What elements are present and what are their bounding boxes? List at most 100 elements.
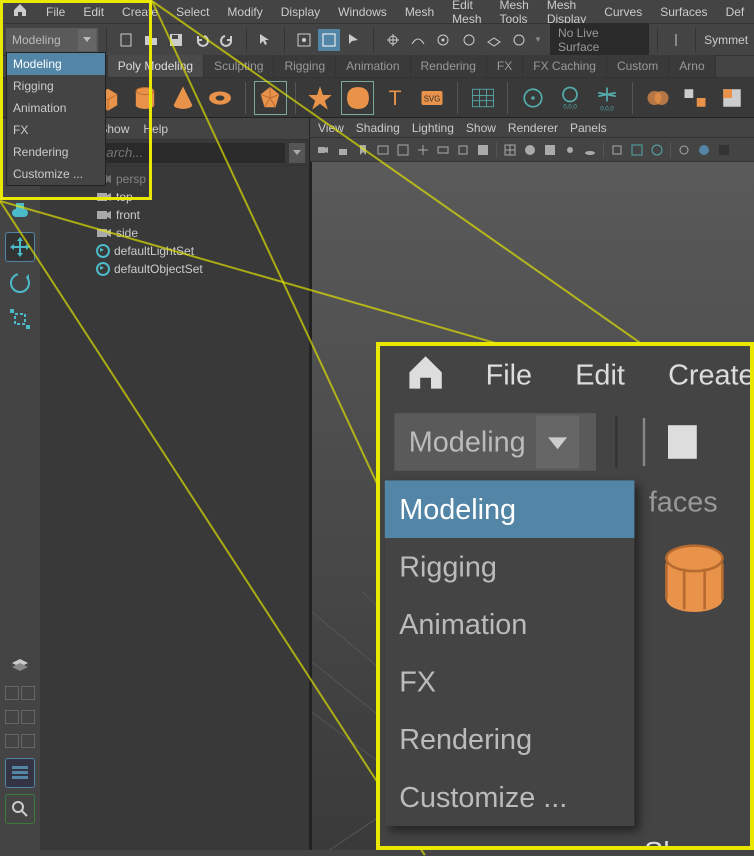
- open-icon[interactable]: [140, 29, 161, 51]
- vp-color-mgmt-icon[interactable]: [695, 141, 713, 159]
- menu-mesh-tools[interactable]: Mesh Tools: [492, 0, 537, 30]
- new-scene-icon[interactable]: [661, 420, 704, 463]
- snap-plane-icon[interactable]: [483, 29, 504, 51]
- vp-film-gate-icon[interactable]: [434, 141, 452, 159]
- shelf-tab-rendering[interactable]: Rendering: [411, 55, 487, 77]
- vp-expose-icon[interactable]: [675, 141, 693, 159]
- workspace-dropdown[interactable]: Modeling Modeling Rigging Animation FX R…: [6, 28, 98, 52]
- zoom-workspace-dropdown[interactable]: Modeling: [394, 413, 596, 471]
- zoom-show-label[interactable]: Show: [380, 826, 754, 850]
- workspace-option-animation[interactable]: Animation: [7, 97, 105, 119]
- outliner-item-persp[interactable]: persp: [96, 170, 309, 188]
- live-surface-field[interactable]: No Live Surface: [550, 23, 649, 57]
- viewport-menu-panels[interactable]: Panels: [570, 121, 607, 135]
- layer-editor-icon[interactable]: [5, 650, 35, 680]
- vp-select-cam-icon[interactable]: [314, 141, 332, 159]
- sel-mode-3-icon[interactable]: [344, 29, 365, 51]
- shelf-tab-custom[interactable]: Custom: [607, 55, 669, 77]
- poly-superellipse-icon[interactable]: [342, 82, 373, 114]
- sel-mode-1-icon[interactable]: [293, 29, 314, 51]
- pivot-icon[interactable]: [517, 82, 548, 114]
- shelf-tab-rigging[interactable]: Rigging: [274, 55, 336, 77]
- layout-four-icon[interactable]: [21, 686, 35, 700]
- layout-opt6-icon[interactable]: [21, 734, 35, 748]
- sel-mode-2-icon[interactable]: [318, 29, 339, 51]
- outliner-toggle-icon[interactable]: [5, 758, 35, 788]
- search-dropdown-icon[interactable]: [289, 143, 305, 163]
- vp-xray-joint-icon[interactable]: [648, 141, 666, 159]
- vp-lock-cam-icon[interactable]: [334, 141, 352, 159]
- menu-edit-mesh[interactable]: Edit Mesh: [444, 0, 489, 30]
- freeze-icon[interactable]: 0,0,0: [555, 82, 586, 114]
- menu-mesh[interactable]: Mesh: [397, 1, 442, 23]
- menu-windows[interactable]: Windows: [330, 1, 395, 23]
- rotate-tool-icon[interactable]: [5, 268, 35, 298]
- svg-icon[interactable]: SVG: [417, 82, 448, 114]
- separate-icon[interactable]: [679, 82, 710, 114]
- layout-opt4-icon[interactable]: [21, 710, 35, 724]
- zoom-option-rigging[interactable]: Rigging: [385, 538, 635, 596]
- search-tool-icon[interactable]: [5, 794, 35, 824]
- vp-res-gate-icon[interactable]: [454, 141, 472, 159]
- zoom-menu-edit[interactable]: Edit: [556, 348, 644, 401]
- vp-light-icon[interactable]: [561, 141, 579, 159]
- snap-view-icon[interactable]: [458, 29, 479, 51]
- vp-background-icon[interactable]: [715, 141, 733, 159]
- home-icon[interactable]: [4, 0, 36, 24]
- menu-modify[interactable]: Modify: [219, 1, 270, 23]
- vp-grid-icon[interactable]: [414, 141, 432, 159]
- menu-surfaces[interactable]: Surfaces: [652, 1, 715, 23]
- zoom-option-rendering[interactable]: Rendering: [385, 711, 635, 769]
- vp-image-plane-icon[interactable]: [374, 141, 392, 159]
- vp-gate-mask-icon[interactable]: [474, 141, 492, 159]
- snowflake-icon[interactable]: 0,0,0: [592, 82, 623, 114]
- shelf-tab-animation[interactable]: Animation: [336, 55, 410, 77]
- vp-textured-icon[interactable]: [541, 141, 559, 159]
- snap-grid-icon[interactable]: [382, 29, 403, 51]
- snap-point-icon[interactable]: [433, 29, 454, 51]
- zoom-option-animation[interactable]: Animation: [385, 596, 635, 654]
- viewport-menu-renderer[interactable]: Renderer: [508, 121, 558, 135]
- poly-cone-icon[interactable]: [167, 82, 198, 114]
- chevron-down-icon[interactable]: ▼: [534, 35, 542, 44]
- snap-live-icon[interactable]: [509, 29, 530, 51]
- layout-opt5-icon[interactable]: [5, 734, 19, 748]
- outliner-item-top[interactable]: top: [96, 188, 309, 206]
- poly-type-icon[interactable]: T: [379, 82, 410, 114]
- workspace-option-fx[interactable]: FX: [7, 119, 105, 141]
- workspace-option-customize[interactable]: Customize ...: [7, 163, 105, 185]
- vp-smooth-icon[interactable]: [521, 141, 539, 159]
- zoom-menu-create[interactable]: Create: [649, 348, 754, 401]
- menu-display[interactable]: Display: [273, 1, 328, 23]
- grid-icon[interactable]: [467, 82, 498, 114]
- poly-cylinder-icon[interactable]: [130, 82, 161, 114]
- vp-isolate-icon[interactable]: [608, 141, 626, 159]
- shelf-tab-fx-caching[interactable]: FX Caching: [523, 55, 607, 77]
- poly-star-icon[interactable]: [305, 82, 336, 114]
- zoom-option-modeling[interactable]: Modeling: [385, 480, 635, 538]
- construction-icon[interactable]: [666, 29, 687, 51]
- viewport-menu-show[interactable]: Show: [466, 121, 496, 135]
- poly-platonic-icon[interactable]: [255, 82, 286, 114]
- viewport-menu-shading[interactable]: Shading: [356, 121, 400, 135]
- layout-single-icon[interactable]: [5, 686, 19, 700]
- scale-tool-icon[interactable]: [5, 304, 35, 334]
- zoom-option-customize[interactable]: Customize ...: [385, 768, 635, 826]
- viewport-menu-lighting[interactable]: Lighting: [412, 121, 454, 135]
- vp-2d-icon[interactable]: [394, 141, 412, 159]
- menu-file[interactable]: File: [38, 1, 73, 23]
- snap-curve-icon[interactable]: [407, 29, 428, 51]
- select-icon[interactable]: [255, 29, 276, 51]
- menu-curves[interactable]: Curves: [596, 1, 650, 23]
- outliner-item-front[interactable]: front: [96, 206, 309, 224]
- outliner-item-side[interactable]: side: [96, 224, 309, 242]
- new-scene-icon[interactable]: [115, 29, 136, 51]
- vp-wireframe-icon[interactable]: [501, 141, 519, 159]
- zoom-option-fx[interactable]: FX: [385, 653, 635, 711]
- shelf-tab-poly-modeling[interactable]: Poly Modeling: [108, 55, 204, 77]
- poly-cylinder-icon[interactable]: [649, 524, 754, 642]
- extract-icon[interactable]: [717, 82, 748, 114]
- home-icon[interactable]: [390, 342, 462, 407]
- shelf-tab-fx[interactable]: FX: [487, 55, 523, 77]
- workspace-option-rendering[interactable]: Rendering: [7, 141, 105, 163]
